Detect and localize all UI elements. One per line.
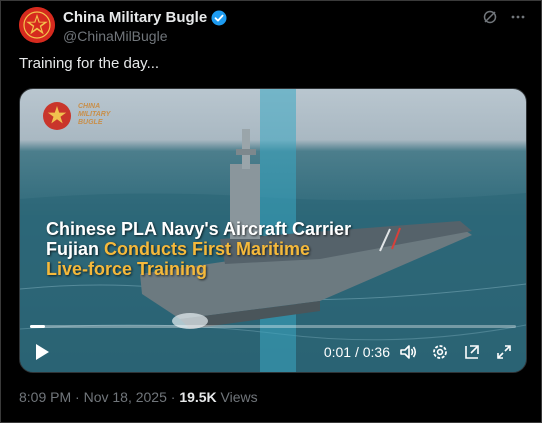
views-count: 19.5K: [179, 389, 217, 405]
red-star-icon: [19, 7, 55, 43]
fullscreen-icon[interactable]: [494, 342, 514, 362]
name-row: China Military Bugle: [63, 9, 227, 26]
tweet-card: China Military Bugle @ChinaMilBugle Trai…: [0, 0, 542, 423]
caption-line-3: Live-force Training: [46, 259, 208, 279]
header-actions: [481, 9, 527, 30]
pip-icon[interactable]: [462, 342, 482, 362]
video-progress-fill: [30, 325, 45, 328]
verified-badge-icon: [211, 10, 227, 26]
settings-icon[interactable]: [430, 342, 450, 362]
volume-icon[interactable]: [398, 342, 418, 362]
more-options-icon[interactable]: [509, 9, 527, 30]
caption-line-2-highlight: Conducts First Maritime: [104, 239, 311, 259]
video-time: 0:01 / 0:36: [323, 344, 390, 360]
views-label: Views: [216, 389, 258, 405]
video-progress-bar[interactable]: [30, 325, 516, 328]
caption-line-2: Fujian Conducts First Maritime: [46, 239, 426, 259]
caption-line-1: Chinese PLA Navy's Aircraft Carrier: [46, 219, 352, 239]
video-control-icons: [398, 342, 514, 362]
timestamp[interactable]: 8:09 PM · Nov 18, 2025 ·: [19, 389, 179, 405]
tweet-header: China Military Bugle @ChinaMilBugle: [19, 7, 527, 47]
grok-icon[interactable]: [481, 9, 499, 30]
tweet-meta: 8:09 PM · Nov 18, 2025 · 19.5K Views: [19, 389, 258, 405]
channel-logo-icon: [43, 102, 71, 130]
display-name[interactable]: China Military Bugle: [63, 9, 207, 26]
video-caption: Chinese PLA Navy's Aircraft Carrier Fuji…: [46, 219, 426, 279]
avatar[interactable]: [19, 7, 55, 43]
caption-line-2-white: Fujian: [46, 239, 104, 259]
channel-logo-text: CHINA MILITARY BUGLE: [78, 103, 111, 126]
video-controls: 0:01 / 0:36: [20, 339, 526, 365]
tweet-text: Training for the day...: [19, 55, 160, 72]
video-player[interactable]: CHINA MILITARY BUGLE Chinese PLA Navy's …: [19, 88, 527, 373]
play-icon[interactable]: [34, 343, 50, 366]
handle[interactable]: @ChinaMilBugle: [63, 28, 167, 44]
